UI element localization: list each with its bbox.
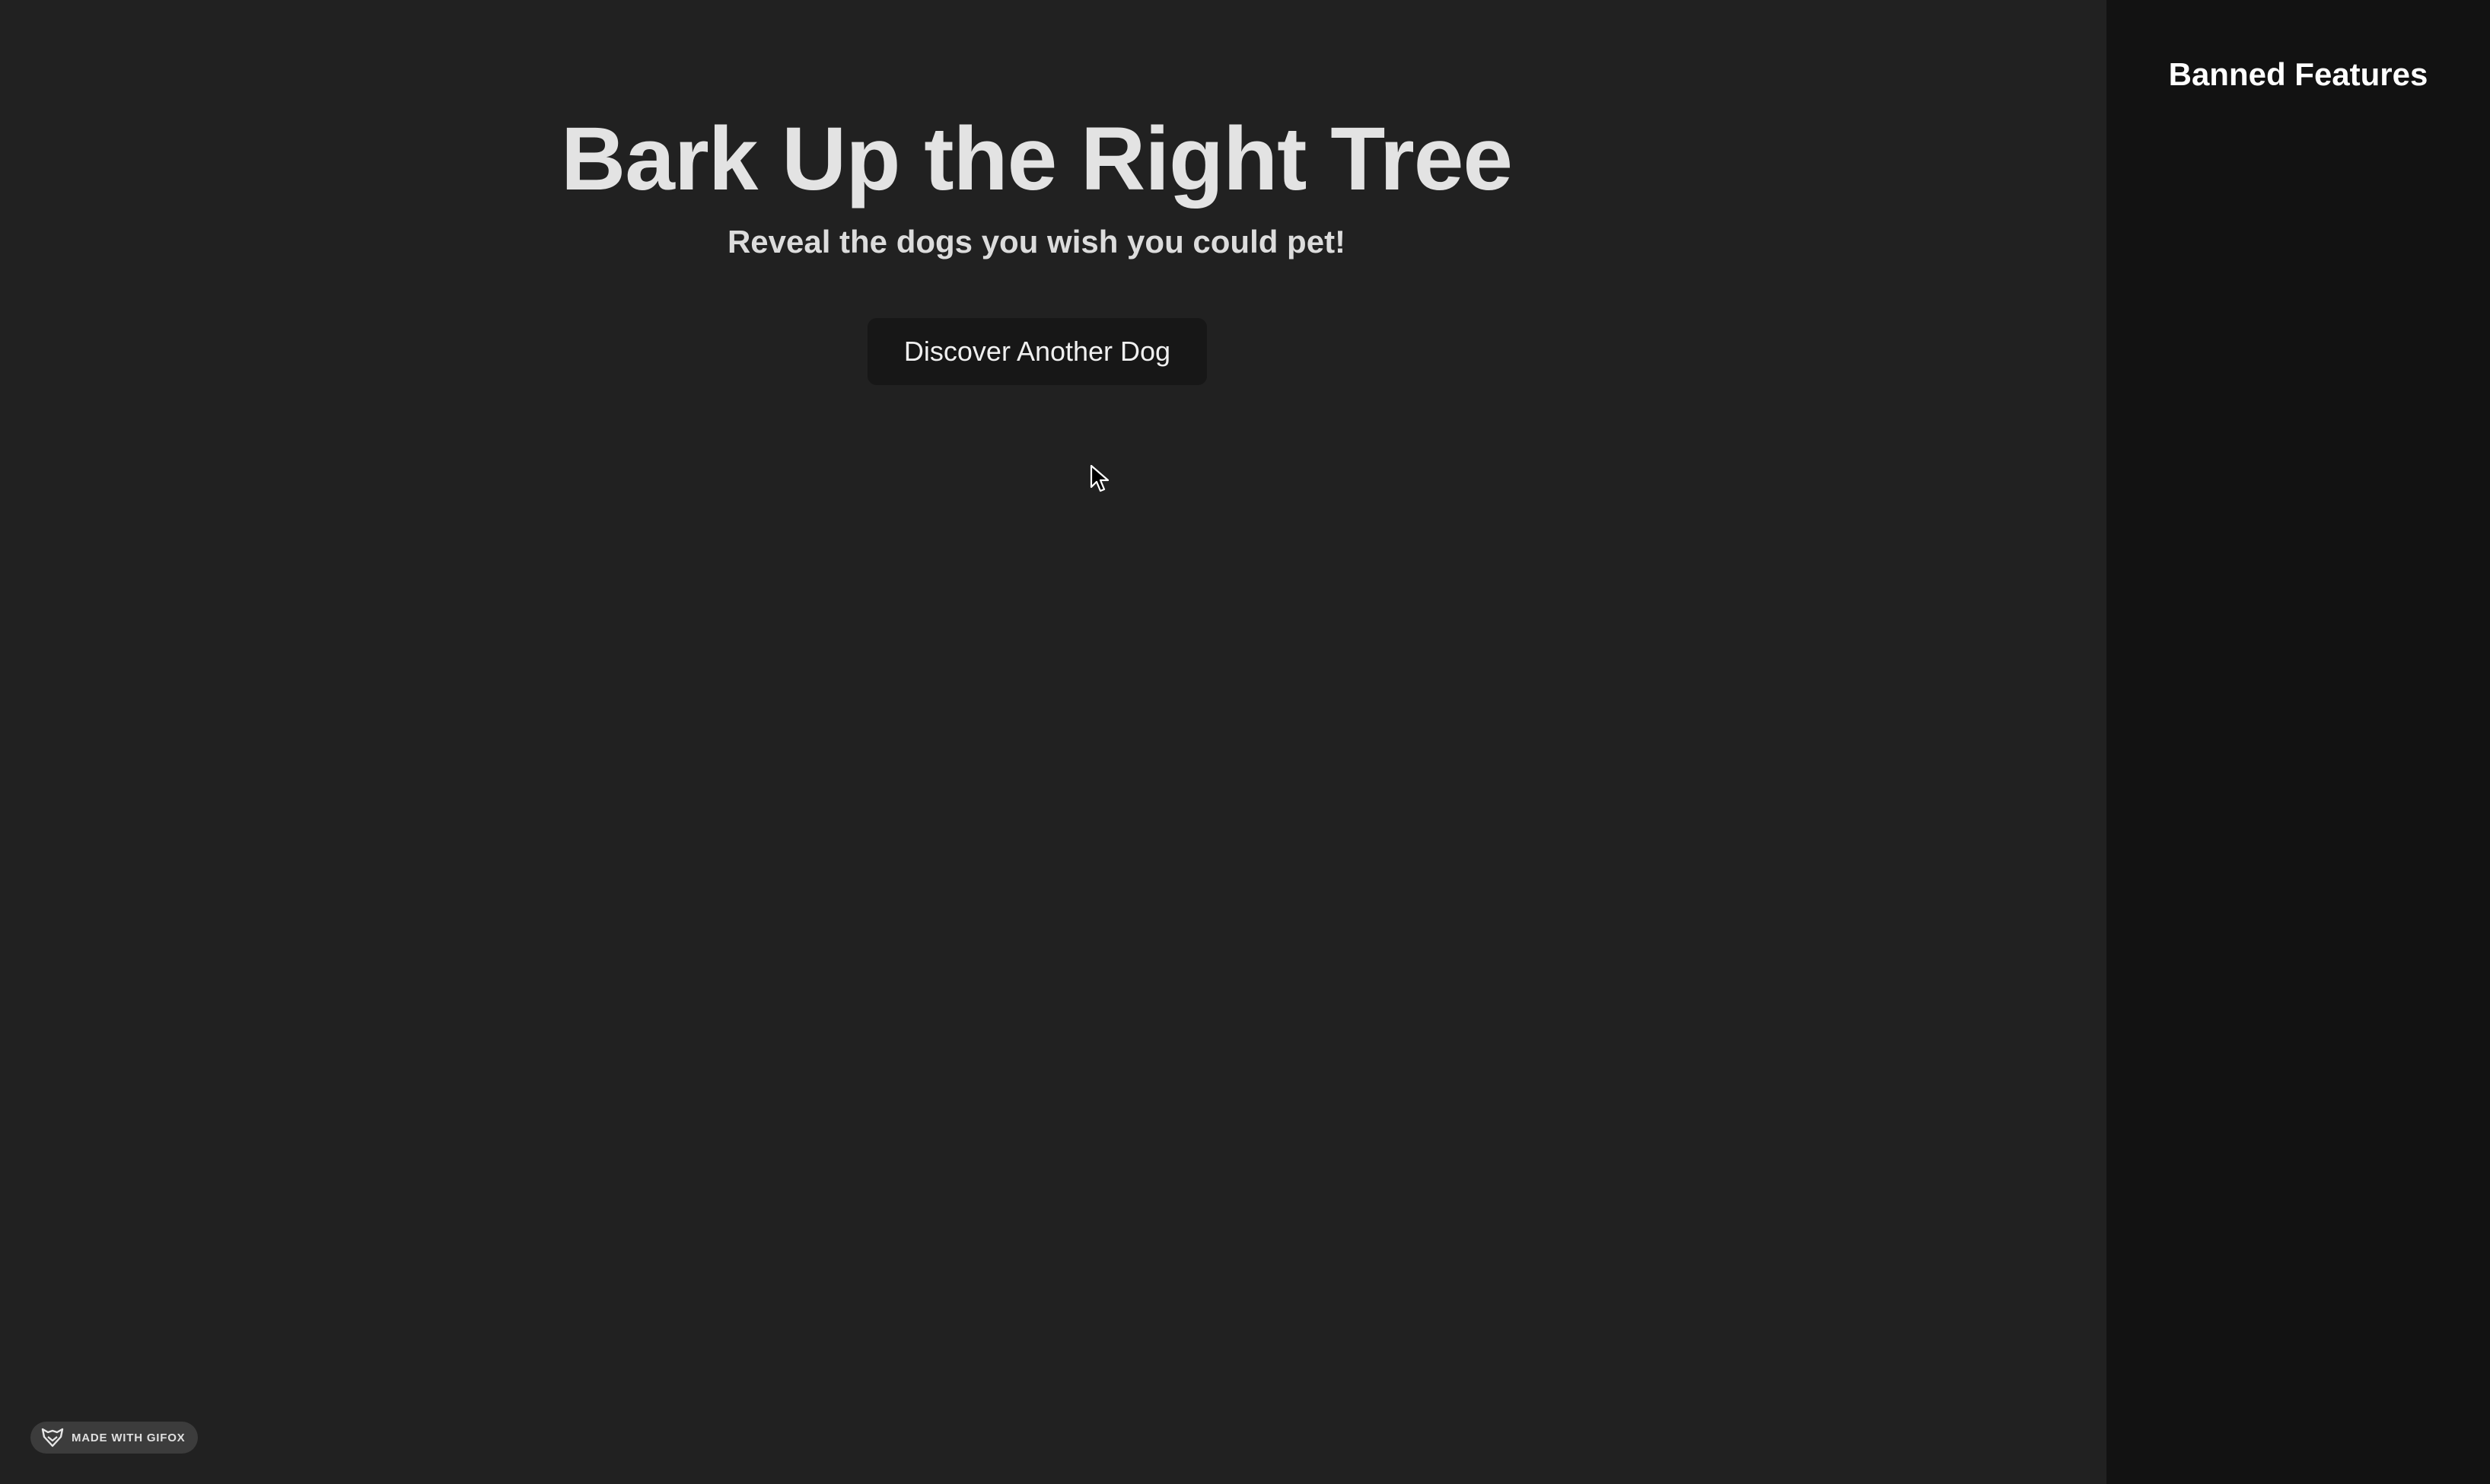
gifox-watermark: MADE WITH GIFOX xyxy=(30,1422,198,1454)
sidebar-title: Banned Features xyxy=(2168,56,2428,92)
watermark-label: MADE WITH GIFOX xyxy=(72,1431,186,1444)
banned-features-sidebar: Banned Features xyxy=(2106,0,2490,1484)
page-subtitle: Reveal the dogs you wish you could pet! xyxy=(727,224,1346,260)
mouse-cursor-icon xyxy=(1090,464,1110,492)
discover-another-dog-button[interactable]: Discover Another Dog xyxy=(868,318,1207,385)
app-window: Bark Up the Right Tree Reveal the dogs y… xyxy=(0,0,2490,1484)
fox-icon xyxy=(41,1428,64,1447)
main-content: Bark Up the Right Tree Reveal the dogs y… xyxy=(0,0,2106,1484)
page-title: Bark Up the Right Tree xyxy=(560,109,1513,209)
